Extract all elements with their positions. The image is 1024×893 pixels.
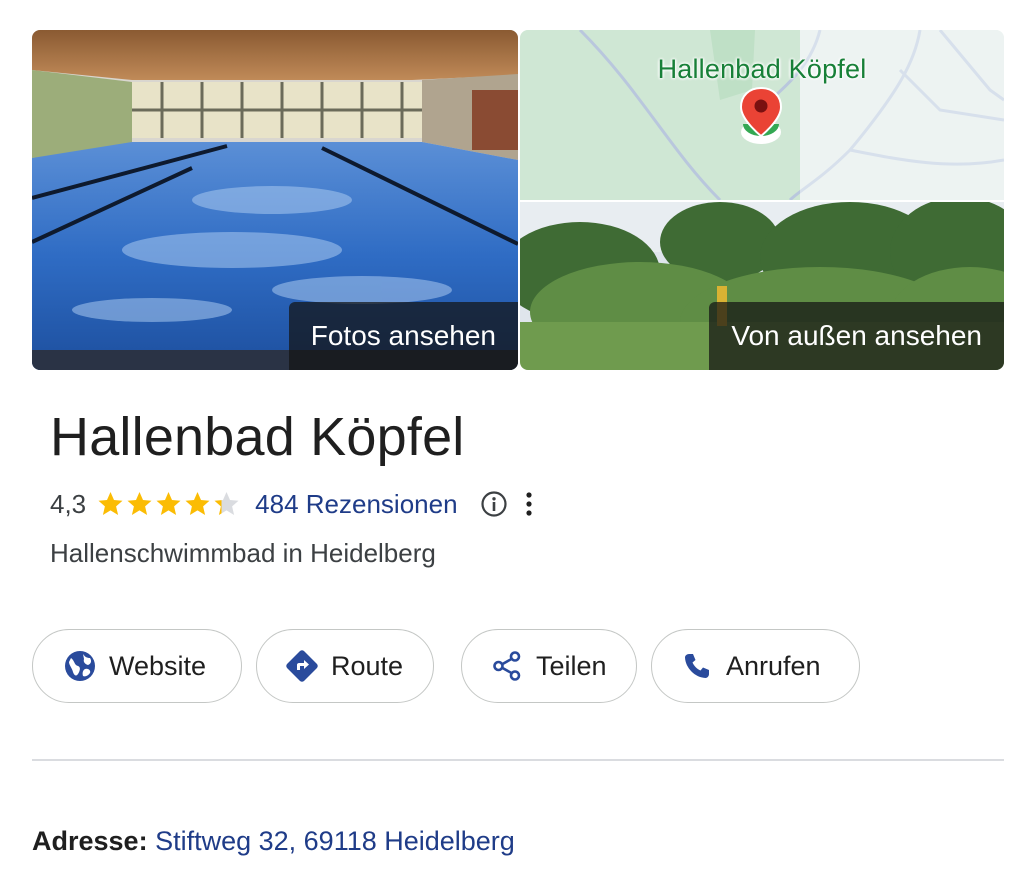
star-icon bbox=[98, 492, 123, 515]
star-icon bbox=[185, 492, 210, 515]
place-category: Hallenschwimmbad in Heidelberg bbox=[50, 538, 436, 568]
directions-icon bbox=[285, 649, 319, 683]
map-place-label: Hallenbad Köpfel bbox=[657, 54, 867, 84]
rating-row: 4,3 484 Rezensionen bbox=[50, 484, 534, 524]
reviews-link[interactable]: 484 Rezensionen bbox=[255, 489, 457, 520]
call-label: Anrufen bbox=[726, 650, 821, 681]
view-outside-button[interactable]: Von außen ansehen bbox=[709, 302, 1004, 370]
phone-icon bbox=[680, 649, 714, 683]
website-label: Website bbox=[109, 650, 207, 681]
share-button[interactable]: Teilen bbox=[461, 629, 637, 703]
place-title: Hallenbad Köpfel bbox=[50, 407, 465, 467]
star-icon bbox=[127, 492, 152, 515]
map-pin-icon bbox=[734, 84, 788, 150]
call-button[interactable]: Anrufen bbox=[651, 629, 860, 703]
website-button[interactable]: Website bbox=[32, 629, 242, 703]
address-label: Adresse: bbox=[32, 826, 148, 856]
photo-tile[interactable]: Fotos ansehen bbox=[32, 30, 518, 370]
star-rating bbox=[96, 490, 241, 518]
star-icon bbox=[156, 492, 181, 515]
map-tile[interactable]: Hallenbad Köpfel bbox=[520, 30, 1004, 200]
share-label: Teilen bbox=[536, 650, 607, 681]
route-label: Route bbox=[331, 650, 404, 681]
route-button[interactable]: Route bbox=[256, 629, 434, 703]
star-icon bbox=[214, 492, 239, 515]
more-vert-icon[interactable] bbox=[524, 490, 534, 518]
globe-icon bbox=[63, 649, 97, 683]
address-row: Adresse: Stiftweg 32, 69118 Heidelberg bbox=[32, 826, 515, 857]
rating-value: 4,3 bbox=[50, 488, 87, 519]
view-photos-button[interactable]: Fotos ansehen bbox=[288, 302, 518, 370]
section-divider bbox=[32, 759, 1004, 761]
street-view-tile[interactable]: Von außen ansehen bbox=[520, 202, 1004, 370]
share-icon bbox=[490, 649, 524, 683]
info-icon[interactable] bbox=[480, 490, 508, 518]
address-link[interactable]: Stiftweg 32, 69118 Heidelberg bbox=[155, 826, 515, 856]
